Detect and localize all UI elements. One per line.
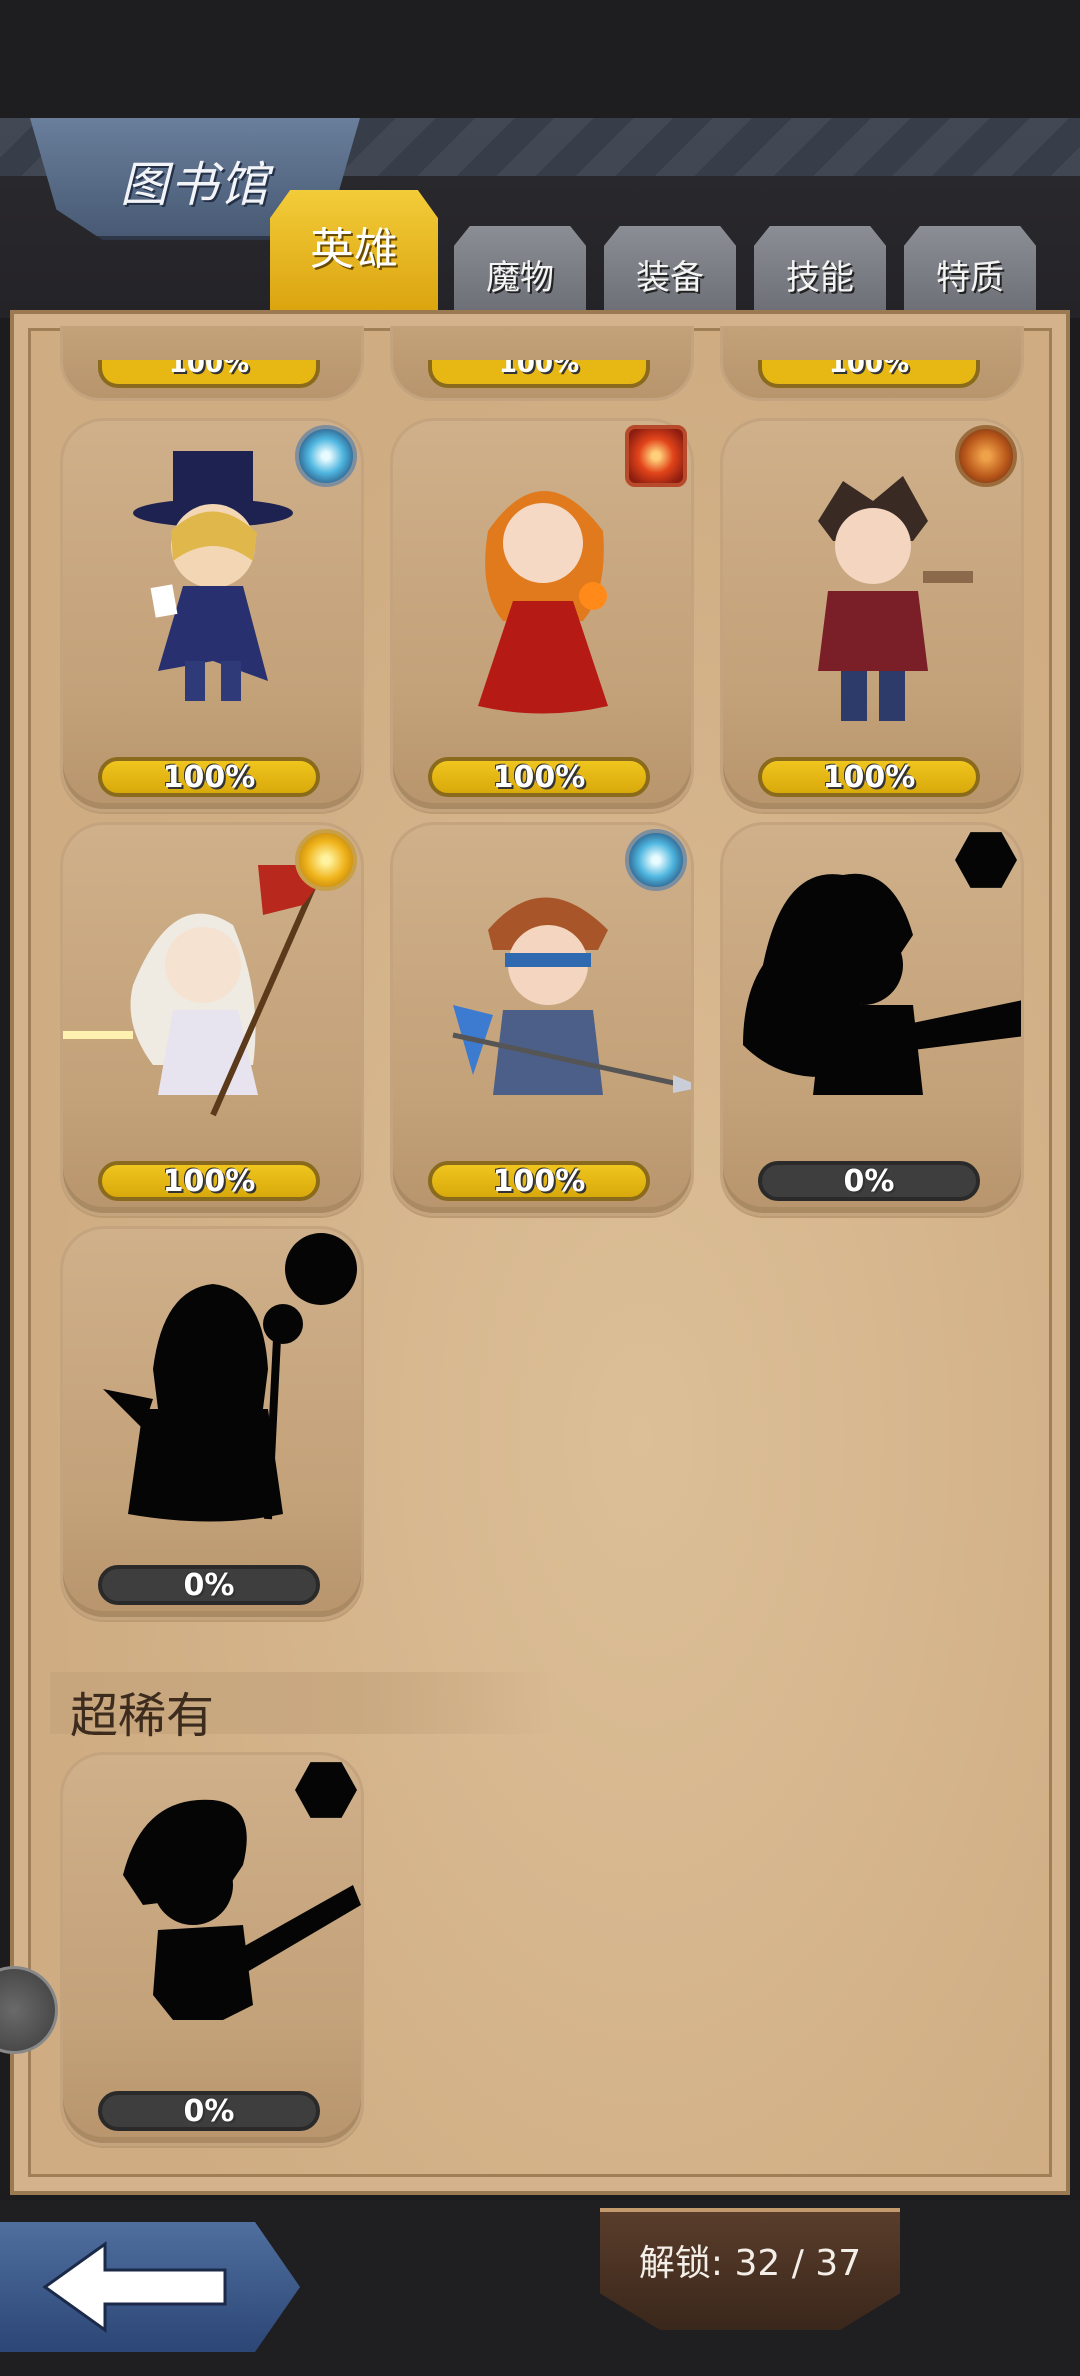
tab-skills[interactable]: 技能 — [754, 226, 886, 316]
hero-card-partial[interactable]: 100% — [390, 326, 694, 401]
hero-card-fire-sorceress[interactable]: 100% — [390, 418, 694, 812]
hero-card-spearman[interactable]: 100% — [390, 822, 694, 1216]
light-element-icon — [295, 829, 357, 891]
hero-card-locked-mage[interactable]: 0% — [60, 1226, 364, 1620]
progress-badge: 100% — [428, 757, 650, 797]
progress-badge: 100% — [98, 360, 320, 388]
hero-card-locked-swordsman[interactable]: 0% — [60, 1752, 364, 2146]
ice-element-icon — [295, 425, 357, 487]
top-status-area — [0, 0, 1080, 118]
progress-badge: 0% — [98, 1565, 320, 1605]
fire-element-icon — [625, 425, 687, 487]
unlock-counter-text: 解锁: 32 / 37 — [638, 2243, 862, 2284]
hero-card-partial[interactable]: 100% — [60, 326, 364, 401]
ice-element-icon — [625, 829, 687, 891]
hero-card-locked-lancer[interactable]: 0% — [720, 822, 1024, 1216]
hero-card-partial[interactable]: 100% — [720, 326, 1024, 401]
progress-badge: 100% — [758, 360, 980, 388]
progress-badge: 0% — [758, 1161, 980, 1201]
tab-heroes[interactable]: 英雄 — [270, 190, 438, 318]
back-arrow-icon — [42, 2241, 227, 2333]
section-title: 超稀有 — [70, 1688, 215, 1744]
hero-card-flag-bearer[interactable]: 100% — [60, 822, 364, 1216]
progress-badge: 0% — [98, 2091, 320, 2131]
tab-traits[interactable]: 特质 — [904, 226, 1036, 316]
page-title: 图书馆 — [120, 157, 271, 213]
hero-card-magician[interactable]: 100% — [60, 418, 364, 812]
progress-badge: 100% — [428, 360, 650, 388]
unlock-counter: 解锁: 32 / 37 — [600, 2208, 900, 2330]
hero-card-gunslinger[interactable]: 100% — [720, 418, 1024, 812]
progress-badge: 100% — [98, 757, 320, 797]
back-button[interactable] — [0, 2222, 300, 2352]
progress-badge: 100% — [428, 1161, 650, 1201]
locked-element-icon — [285, 1233, 357, 1305]
progress-badge: 100% — [758, 757, 980, 797]
progress-badge: 100% — [98, 1161, 320, 1201]
tab-monsters[interactable]: 魔物 — [454, 226, 586, 316]
tab-equipment[interactable]: 装备 — [604, 226, 736, 316]
earth-element-icon — [955, 425, 1017, 487]
section-header-super-rare: 超稀有 — [50, 1672, 560, 1744]
